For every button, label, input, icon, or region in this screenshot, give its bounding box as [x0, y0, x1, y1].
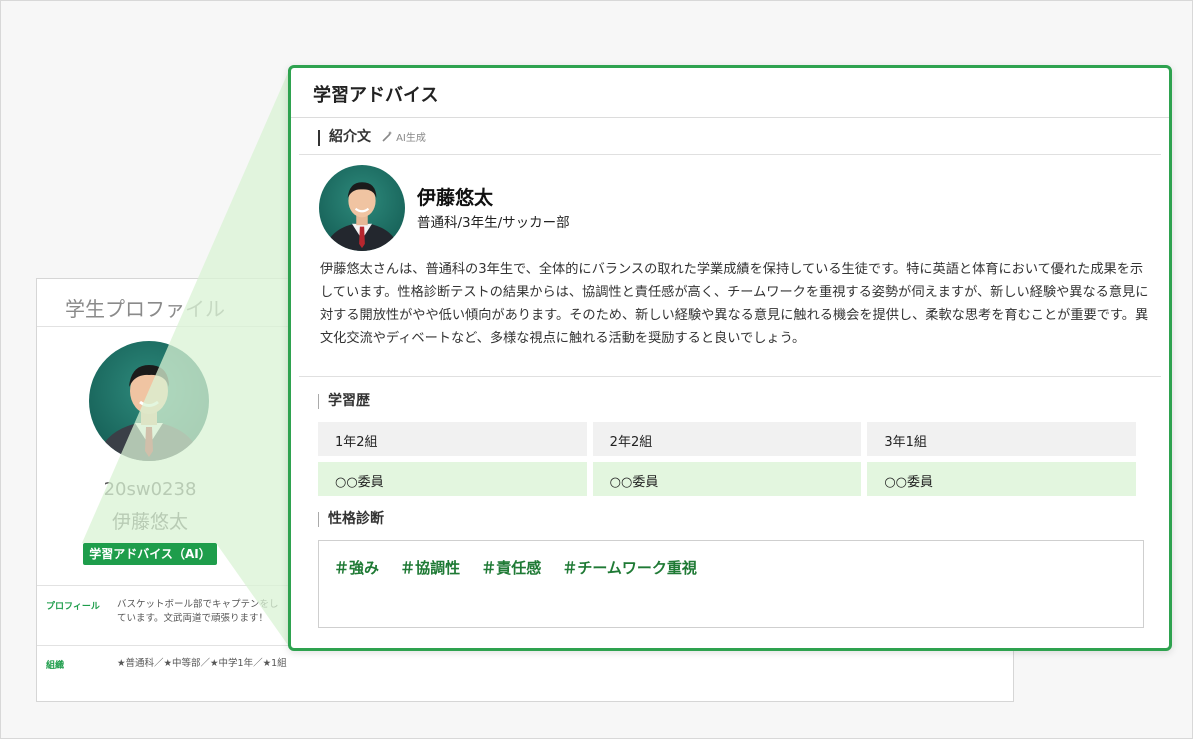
ai-generated-label: AI生成 — [382, 131, 426, 144]
personality-tags-box: ＃強み ＃協調性 ＃責任感 ＃チームワーク重視 — [318, 540, 1144, 628]
ai-generated-text: AI生成 — [396, 133, 426, 144]
personality-tag: ＃チームワーク重視 — [562, 559, 697, 577]
personality-tag: ＃責任感 — [481, 559, 542, 577]
personality-section-heading: 性格診断 — [318, 512, 384, 527]
history-class-cell: 1年2組 — [318, 422, 587, 456]
panel-title: 学習アドバイス — [291, 68, 1169, 118]
history-role-cell: ○○委員 — [867, 462, 1137, 496]
advice-student-name: 伊藤悠太 — [417, 187, 494, 209]
history-class-cell: 3年1組 — [867, 422, 1137, 456]
history-divider — [299, 376, 1161, 377]
intro-heading-label: 紹介文 — [329, 129, 371, 145]
student-avatar-small — [319, 165, 405, 251]
advice-student-subtitle: 普通科/3年生/サッカー部 — [417, 215, 570, 231]
student-photo-icon — [324, 182, 400, 251]
history-role-row: ○○委員 ○○委員 ○○委員 — [318, 462, 1137, 496]
intro-text: 伊藤悠太さんは、普通科の3年生で、全体的にバランスの取れた学業成績を保持している… — [320, 262, 1149, 346]
learning-advice-panel: 学習アドバイス 紹介文 AI生成 伊藤悠太 普通科/3年生/サッカー部 伊藤悠太… — [288, 65, 1172, 651]
history-role-cell: ○○委員 — [318, 462, 587, 496]
history-section-heading: 学習歴 — [318, 394, 370, 409]
history-class-row: 1年2組 2年2組 3年1組 — [318, 422, 1137, 456]
history-role-cell: ○○委員 — [592, 462, 862, 496]
personality-tag: ＃強み — [334, 559, 380, 577]
intro-section-heading: 紹介文 AI生成 — [318, 130, 426, 146]
history-class-cell: 2年2組 — [592, 422, 862, 456]
magic-wand-icon — [382, 131, 392, 142]
personality-tag: ＃協調性 — [400, 559, 461, 577]
intro-divider — [299, 154, 1161, 155]
history-table: 1年2組 2年2組 3年1組 ○○委員 ○○委員 ○○委員 — [318, 422, 1137, 502]
